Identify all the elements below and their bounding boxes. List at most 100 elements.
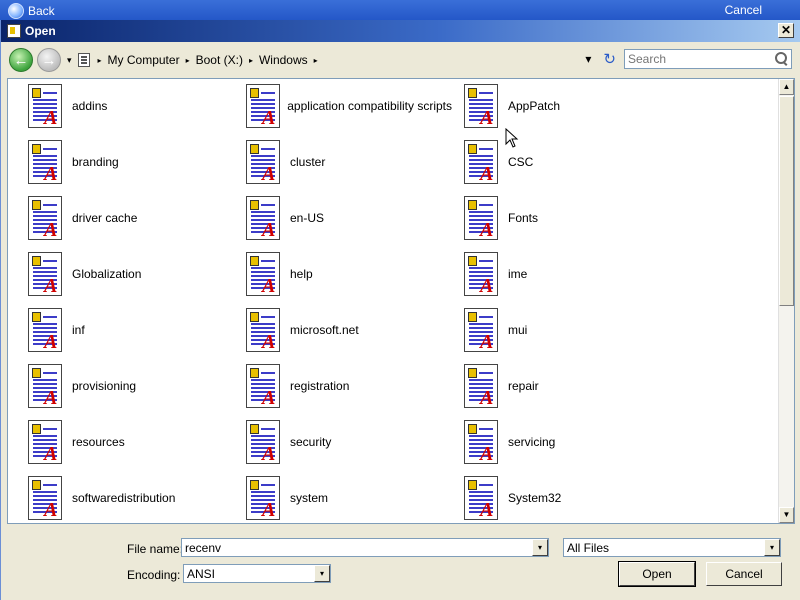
notepad-icon	[7, 24, 21, 38]
file-item[interactable]: A Globalization	[16, 249, 234, 299]
file-type-dropdown[interactable]: ▾	[764, 539, 780, 556]
text-document-icon: A	[24, 194, 64, 242]
file-name: system	[290, 491, 329, 505]
search-box	[624, 49, 792, 69]
encoding-label: Encoding:	[127, 568, 181, 582]
file-item[interactable]: Asystem	[234, 473, 452, 523]
nav-right-group: ▾ ↻	[585, 49, 792, 69]
file-item[interactable]: Asecurity	[234, 417, 452, 467]
text-document-icon: A	[24, 474, 64, 522]
file-name: CSC	[508, 155, 534, 169]
file-item[interactable]: Aapplication compatibility scripts	[234, 81, 452, 131]
address-dropdown[interactable]: ▾	[585, 52, 591, 66]
file-name: addins	[72, 99, 108, 113]
file-type-select[interactable]: All Files ▾	[563, 538, 781, 557]
recent-pages-dropdown[interactable]: ▾	[67, 55, 72, 66]
open-button[interactable]: Open	[618, 561, 696, 587]
text-document-icon: A	[242, 250, 282, 298]
title-bar: Open ✕	[1, 20, 800, 42]
file-type-value: All Files	[567, 540, 610, 555]
close-button[interactable]: ✕	[778, 23, 794, 38]
text-document-icon: A	[24, 138, 64, 186]
file-item[interactable]: Arepair	[452, 361, 670, 411]
file-item[interactable]: Adriver cache	[16, 193, 234, 243]
text-document-icon: A	[242, 306, 282, 354]
mouse-cursor-icon	[505, 128, 519, 148]
scroll-up-button[interactable]: ▲	[779, 79, 794, 95]
breadcrumb-separator[interactable]: ▸	[314, 56, 318, 65]
text-document-icon: A	[24, 418, 64, 466]
text-document-icon: A	[460, 250, 500, 298]
file-item[interactable]: Ainf	[16, 305, 234, 355]
file-name: servicing	[508, 435, 556, 449]
background-cancel-button[interactable]: Cancel	[725, 3, 762, 17]
file-item[interactable]: Aen-US	[234, 193, 452, 243]
text-document-icon: A	[242, 194, 282, 242]
open-dialog: Open ✕ ← → ▾ ▸ My Computer ▸ Boot (X:) ▸…	[0, 20, 800, 600]
file-item[interactable]: Aime	[452, 249, 670, 299]
file-name: inf	[72, 323, 85, 337]
file-item[interactable]: A System32	[452, 473, 670, 523]
file-name: softwaredistribution	[72, 491, 176, 505]
file-item[interactable]: Aresources	[16, 417, 234, 467]
file-name: cluster	[290, 155, 326, 169]
search-input[interactable]	[625, 50, 773, 68]
forward-button[interactable]: →	[37, 48, 61, 72]
text-document-icon: A	[24, 362, 64, 410]
file-item[interactable]: Aservicing	[452, 417, 670, 467]
navigation-bar: ← → ▾ ▸ My Computer ▸ Boot (X:) ▸ Window…	[1, 42, 800, 78]
breadcrumb-my-computer[interactable]: My Computer	[108, 53, 180, 67]
file-item[interactable]: Abranding	[16, 137, 234, 187]
file-name: application compatibility scripts	[287, 99, 452, 113]
file-item[interactable]: A CSC	[452, 137, 670, 187]
vertical-scrollbar[interactable]: ▲ ▼	[778, 79, 794, 523]
file-name: security	[290, 435, 332, 449]
file-item[interactable]: Amui	[452, 305, 670, 355]
refresh-icon[interactable]: ↻	[603, 50, 616, 68]
search-icon[interactable]	[773, 51, 789, 67]
file-item[interactable]: Aprovisioning	[16, 361, 234, 411]
encoding-select[interactable]: ANSI ▾	[183, 564, 331, 583]
breadcrumb-separator[interactable]: ▸	[186, 56, 190, 65]
file-name: help	[290, 267, 313, 281]
file-item[interactable]: Acluster	[234, 137, 452, 187]
file-name-input[interactable]: recenv	[182, 541, 532, 555]
file-name-dropdown[interactable]: ▾	[532, 539, 548, 556]
file-item[interactable]: Aaddins	[16, 81, 234, 131]
file-name: driver cache	[72, 211, 138, 225]
file-item[interactable]: Ahelp	[234, 249, 452, 299]
file-item[interactable]: Amicrosoft.net	[234, 305, 452, 355]
scroll-thumb[interactable]	[779, 96, 794, 306]
background-back-label: Back	[28, 4, 55, 18]
text-document-icon: A	[242, 418, 282, 466]
back-orb-icon	[8, 3, 24, 19]
encoding-value: ANSI	[187, 566, 216, 581]
text-document-icon: A	[460, 418, 500, 466]
text-document-icon: A	[242, 474, 282, 522]
computer-icon	[77, 53, 90, 67]
breadcrumb-boot-drive[interactable]: Boot (X:)	[196, 53, 243, 67]
encoding-dropdown[interactable]: ▾	[314, 565, 330, 582]
text-document-icon: A	[460, 138, 500, 186]
scroll-down-button[interactable]: ▼	[779, 507, 794, 523]
text-document-icon: A	[242, 82, 280, 130]
file-name: mui	[508, 323, 528, 337]
file-item[interactable]: A Fonts	[452, 193, 670, 243]
breadcrumb-separator[interactable]: ▸	[98, 56, 102, 65]
file-list: Aaddins Aapplication compatibility script…	[7, 78, 795, 524]
breadcrumb-windows[interactable]: Windows	[259, 53, 308, 67]
file-name: System32	[508, 491, 562, 505]
breadcrumb-separator[interactable]: ▸	[249, 56, 253, 65]
file-name-combo[interactable]: recenv ▾	[181, 538, 549, 557]
file-item[interactable]: Aregistration	[234, 361, 452, 411]
background-back-button[interactable]: Back	[8, 3, 55, 19]
window-title: Open	[25, 24, 56, 38]
file-item[interactable]: Asoftwaredistribution	[16, 473, 234, 523]
file-name: branding	[72, 155, 119, 169]
text-document-icon: A	[242, 138, 282, 186]
text-document-icon: A	[24, 306, 64, 354]
back-button[interactable]: ←	[9, 48, 33, 72]
cancel-button[interactable]: Cancel	[706, 562, 782, 586]
file-item[interactable]: A AppPatch	[452, 81, 670, 131]
file-name: provisioning	[72, 379, 137, 393]
